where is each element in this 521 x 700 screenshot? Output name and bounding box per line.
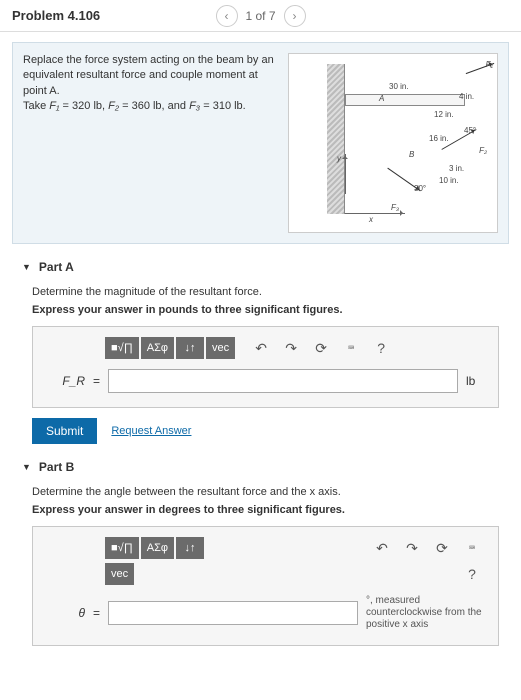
part-b-question: Determine the angle between the resultan… xyxy=(32,486,499,498)
part-a-input[interactable] xyxy=(108,369,458,393)
axis-x-label: x xyxy=(369,215,373,224)
part-b-input[interactable] xyxy=(108,601,358,625)
part-a-body: Determine the magnitude of the resultant… xyxy=(22,286,499,444)
request-answer-link[interactable]: Request Answer xyxy=(111,425,191,437)
next-button[interactable]: › xyxy=(284,5,306,27)
angle-30: 30° xyxy=(414,184,426,193)
f3-label: F₃ xyxy=(189,100,200,112)
part-a-answer-row: F_R = lb xyxy=(45,369,486,393)
keyboard-button[interactable]: ⌨ xyxy=(458,537,486,559)
equals-sign: = xyxy=(93,374,100,388)
vec-button[interactable]: vec xyxy=(206,337,235,359)
wall xyxy=(327,64,345,214)
dim-12: 12 in. xyxy=(434,110,454,119)
dim-10: 10 in. xyxy=(439,176,459,185)
redo-button[interactable]: ↷ xyxy=(277,337,305,359)
f2-val: = 360 lb, and xyxy=(119,100,189,112)
f3-val: = 310 lb. xyxy=(200,100,246,112)
part-b-variable: θ xyxy=(45,606,85,620)
dim-4: 4 in. xyxy=(459,92,474,101)
part-b-answer-row: θ = °, measured counterclockwise from th… xyxy=(45,595,486,631)
part-a-answer-box: ■√∏ ΑΣφ ↓↑ vec ↶ ↷ ⟳ ⌨ ? F_R = lb xyxy=(32,326,499,408)
keyboard-button[interactable]: ⌨ xyxy=(337,337,365,359)
part-b-body: Determine the angle between the resultan… xyxy=(22,486,499,646)
part-b-toolbar-row1: ■√∏ ΑΣφ ↓↑ ↶ ↷ ⟳ ⌨ xyxy=(105,537,486,559)
part-a-question: Determine the magnitude of the resultant… xyxy=(32,286,499,298)
part-b-header[interactable]: ▼ Part B xyxy=(22,460,499,474)
force-f2-label: F₂ xyxy=(479,146,487,155)
point-b: B xyxy=(409,150,414,159)
reset-button[interactable]: ⟳ xyxy=(428,537,456,559)
f1-label: F₁ xyxy=(49,100,59,112)
vec-button[interactable]: vec xyxy=(105,563,134,585)
help-button[interactable]: ? xyxy=(458,563,486,585)
nav-counter: 1 of 7 xyxy=(245,9,275,23)
part-b-suffix: °, measured counterclockwise from the po… xyxy=(366,595,486,631)
axis-x-line xyxy=(345,213,405,214)
subsup-button[interactable]: ↓↑ xyxy=(176,337,204,359)
point-a: A xyxy=(379,94,384,103)
problem-line1: Replace the force system acting on the b… xyxy=(23,54,274,97)
part-a-header[interactable]: ▼ Part A xyxy=(22,260,499,274)
part-a-instruction: Express your answer in pounds to three s… xyxy=(32,304,499,316)
part-a-actions: Submit Request Answer xyxy=(32,418,499,444)
axis-y-label: y xyxy=(337,154,341,163)
part-a-section: ▼ Part A Determine the magnitude of the … xyxy=(22,260,499,444)
problem-figure: y x 30 in. 4 in. 12 in. 16 in. 3 in. 10 … xyxy=(288,53,498,233)
part-a-unit: lb xyxy=(466,374,486,388)
reset-button[interactable]: ⟳ xyxy=(307,337,335,359)
part-a-variable: F_R xyxy=(45,374,85,388)
redo-button[interactable]: ↷ xyxy=(398,537,426,559)
templates-button[interactable]: ■√∏ xyxy=(105,537,139,559)
part-a-toolbar: ■√∏ ΑΣφ ↓↑ vec ↶ ↷ ⟳ ⌨ ? xyxy=(105,337,486,359)
undo-button[interactable]: ↶ xyxy=(368,537,396,559)
angle-45: 45° xyxy=(464,126,476,135)
problem-line2-prefix: Take xyxy=(23,100,49,112)
submit-button[interactable]: Submit xyxy=(32,418,97,444)
part-b-instruction: Express your answer in degrees to three … xyxy=(32,504,499,516)
subsup-button[interactable]: ↓↑ xyxy=(176,537,204,559)
part-a-title: Part A xyxy=(39,260,74,274)
part-b-title: Part B xyxy=(39,460,74,474)
beam xyxy=(345,94,465,106)
help-button[interactable]: ? xyxy=(367,337,395,359)
equals-sign: = xyxy=(93,606,100,620)
greek-button[interactable]: ΑΣφ xyxy=(141,337,174,359)
part-b-section: ▼ Part B Determine the angle between the… xyxy=(22,460,499,646)
problem-title: Problem 4.106 xyxy=(12,8,100,23)
force-f1-label: F₁ xyxy=(486,60,493,69)
f2-label: F₂ xyxy=(108,100,119,112)
part-b-toolbar-row2: vec ? xyxy=(105,563,486,585)
dim-16: 16 in. xyxy=(429,134,449,143)
problem-statement: Replace the force system acting on the b… xyxy=(12,42,509,244)
prev-button[interactable]: ‹ xyxy=(215,5,237,27)
axis-y-line xyxy=(345,154,346,194)
greek-button[interactable]: ΑΣφ xyxy=(141,537,174,559)
page-nav: ‹ 1 of 7 › xyxy=(215,5,305,27)
caret-down-icon: ▼ xyxy=(22,462,31,472)
part-b-answer-box: ■√∏ ΑΣφ ↓↑ ↶ ↷ ⟳ ⌨ vec ? θ = °, measured… xyxy=(32,526,499,646)
f1-val: = 320 lb, xyxy=(60,100,109,112)
templates-button[interactable]: ■√∏ xyxy=(105,337,139,359)
force-f3-label: F₃ xyxy=(391,203,399,212)
undo-button[interactable]: ↶ xyxy=(247,337,275,359)
dim-30: 30 in. xyxy=(389,82,409,91)
page-header: Problem 4.106 ‹ 1 of 7 › xyxy=(0,0,521,32)
problem-text: Replace the force system acting on the b… xyxy=(23,53,278,233)
caret-down-icon: ▼ xyxy=(22,262,31,272)
dim-3: 3 in. xyxy=(449,164,464,173)
